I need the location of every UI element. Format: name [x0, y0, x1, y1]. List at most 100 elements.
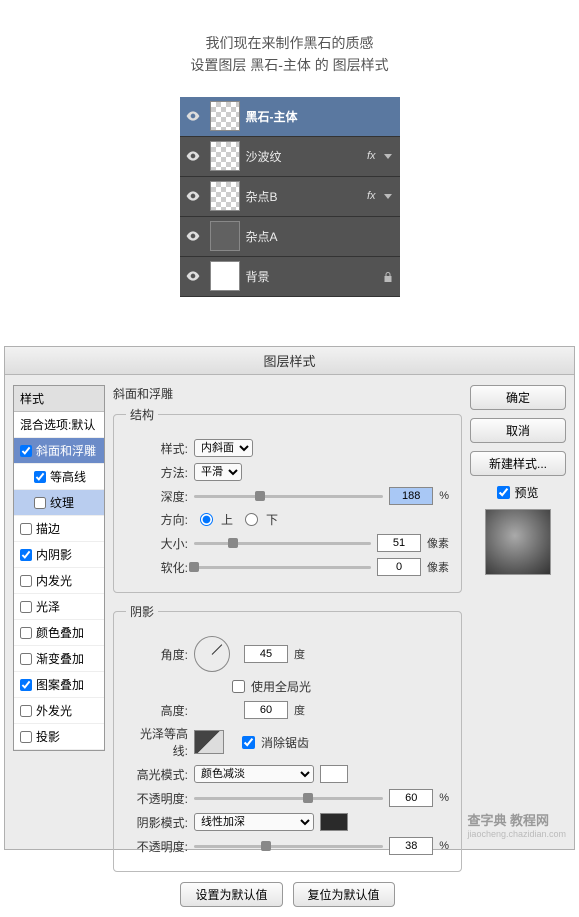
style-checkbox[interactable]: [20, 575, 32, 587]
style-checkbox[interactable]: [20, 731, 32, 743]
style-item[interactable]: 纹理: [14, 490, 104, 516]
layer-name: 黑石-主体: [246, 108, 394, 125]
style-checkbox[interactable]: [20, 549, 32, 561]
px-unit: 像素: [427, 535, 449, 551]
dir-down-radio[interactable]: [245, 513, 258, 526]
layer-row[interactable]: 沙波纹fx: [180, 137, 400, 177]
layer-thumbnail[interactable]: [210, 141, 240, 171]
direction-label: 方向:: [126, 511, 188, 528]
shadow-mode-label: 阴影模式:: [126, 814, 188, 831]
settings-area: 斜面和浮雕 结构 样式: 内斜面 方法: 平滑 深度: %: [113, 385, 462, 907]
altitude-label: 高度:: [126, 702, 188, 719]
style-checkbox[interactable]: [20, 679, 32, 691]
style-item-label: 外发光: [36, 702, 72, 719]
angle-label: 角度:: [126, 646, 188, 663]
style-select[interactable]: 内斜面: [194, 439, 253, 457]
antialias-checkbox[interactable]: [242, 736, 255, 749]
fx-badge[interactable]: fx: [367, 190, 376, 202]
layer-thumbnail[interactable]: [210, 221, 240, 251]
blend-options-item[interactable]: 混合选项:默认: [14, 412, 104, 438]
visibility-icon[interactable]: [186, 109, 200, 123]
soften-slider[interactable]: [194, 560, 371, 574]
ok-button[interactable]: 确定: [470, 385, 566, 410]
layer-row[interactable]: 杂点Bfx: [180, 177, 400, 217]
style-checkbox[interactable]: [20, 705, 32, 717]
highlight-opacity-slider[interactable]: [194, 791, 383, 805]
dialog-title: 图层样式: [5, 347, 574, 375]
shadow-opacity-input[interactable]: [389, 837, 433, 855]
dir-up-radio[interactable]: [200, 513, 213, 526]
fx-badge[interactable]: fx: [367, 150, 376, 162]
highlight-mode-select[interactable]: 颜色减淡: [194, 765, 314, 783]
style-item[interactable]: 等高线: [14, 464, 104, 490]
angle-input[interactable]: [244, 645, 288, 663]
gloss-contour-picker[interactable]: [194, 730, 224, 754]
set-default-button[interactable]: 设置为默认值: [180, 882, 282, 907]
style-checkbox[interactable]: [34, 497, 46, 509]
style-item[interactable]: 斜面和浮雕: [14, 438, 104, 464]
chevron-down-icon[interactable]: [384, 154, 392, 159]
style-item[interactable]: 光泽: [14, 594, 104, 620]
layer-name: 杂点A: [246, 228, 394, 245]
visibility-icon[interactable]: [186, 149, 200, 163]
style-item-label: 渐变叠加: [36, 650, 84, 667]
layer-thumbnail[interactable]: [210, 261, 240, 291]
style-item[interactable]: 内发光: [14, 568, 104, 594]
style-checkbox[interactable]: [20, 601, 32, 613]
gloss-contour-label: 光泽等高线:: [126, 725, 188, 759]
style-checkbox[interactable]: [20, 445, 32, 457]
visibility-icon[interactable]: [186, 269, 200, 283]
layer-row[interactable]: 背景: [180, 257, 400, 297]
layer-thumbnail[interactable]: [210, 101, 240, 131]
size-label: 大小:: [126, 535, 188, 552]
style-item[interactable]: 内阴影: [14, 542, 104, 568]
global-light-label: 使用全局光: [251, 678, 311, 695]
size-input[interactable]: [377, 534, 421, 552]
shadow-opacity-slider[interactable]: [194, 839, 383, 853]
structure-legend: 结构: [126, 406, 158, 423]
intro-line2: 设置图层 黑石-主体 的 图层样式: [0, 54, 579, 76]
method-select[interactable]: 平滑: [194, 463, 242, 481]
depth-slider[interactable]: [194, 489, 383, 503]
style-item[interactable]: 投影: [14, 724, 104, 750]
style-item[interactable]: 图案叠加: [14, 672, 104, 698]
shadow-group: 阴影 角度: 度 使用全局光 高度: 度 光: [113, 603, 462, 872]
visibility-icon[interactable]: [186, 229, 200, 243]
chevron-down-icon[interactable]: [384, 194, 392, 199]
global-light-checkbox[interactable]: [232, 680, 245, 693]
highlight-opacity-label: 不透明度:: [126, 790, 188, 807]
new-style-button[interactable]: 新建样式...: [470, 451, 566, 476]
style-item-label: 斜面和浮雕: [36, 442, 96, 459]
style-item[interactable]: 渐变叠加: [14, 646, 104, 672]
style-item[interactable]: 描边: [14, 516, 104, 542]
shadow-color-swatch[interactable]: [320, 813, 348, 831]
style-checkbox[interactable]: [20, 653, 32, 665]
depth-input[interactable]: [389, 487, 433, 505]
visibility-icon[interactable]: [186, 189, 200, 203]
angle-dial[interactable]: [194, 636, 230, 672]
cancel-button[interactable]: 取消: [470, 418, 566, 443]
reset-default-button[interactable]: 复位为默认值: [293, 882, 395, 907]
antialias-label: 消除锯齿: [261, 734, 309, 751]
style-item[interactable]: 外发光: [14, 698, 104, 724]
shadow-mode-select[interactable]: 线性加深: [194, 813, 314, 831]
style-item-label: 颜色叠加: [36, 624, 84, 641]
highlight-opacity-input[interactable]: [389, 789, 433, 807]
style-checkbox[interactable]: [34, 471, 46, 483]
style-checkbox[interactable]: [20, 627, 32, 639]
highlight-color-swatch[interactable]: [320, 765, 348, 783]
layer-row[interactable]: 杂点A: [180, 217, 400, 257]
altitude-input[interactable]: [244, 701, 288, 719]
style-checkbox[interactable]: [20, 523, 32, 535]
style-item[interactable]: 颜色叠加: [14, 620, 104, 646]
layer-row[interactable]: 黑石-主体: [180, 97, 400, 137]
styles-header[interactable]: 样式: [14, 386, 104, 412]
preview-checkbox[interactable]: [497, 486, 510, 499]
method-label: 方法:: [126, 464, 188, 481]
lock-icon: [382, 270, 394, 282]
depth-label: 深度:: [126, 488, 188, 505]
size-slider[interactable]: [194, 536, 371, 550]
soften-input[interactable]: [377, 558, 421, 576]
layer-thumbnail[interactable]: [210, 181, 240, 211]
style-item-label: 描边: [36, 520, 60, 537]
